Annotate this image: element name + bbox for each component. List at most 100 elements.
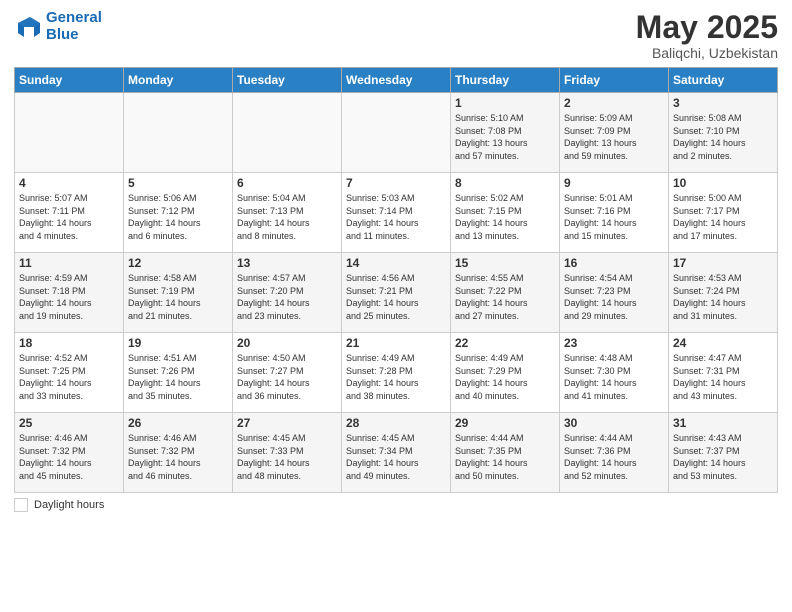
day-info: Sunrise: 4:45 AM Sunset: 7:34 PM Dayligh… (346, 432, 446, 482)
table-row: 30 Sunrise: 4:44 AM Sunset: 7:36 PM Dayli… (560, 413, 669, 493)
table-row: 9 Sunrise: 5:01 AM Sunset: 7:16 PM Daylig… (560, 173, 669, 253)
day-info: Sunrise: 4:49 AM Sunset: 7:28 PM Dayligh… (346, 352, 446, 402)
table-row (124, 93, 233, 173)
table-row: 1 Sunrise: 5:10 AM Sunset: 7:08 PM Daylig… (451, 93, 560, 173)
calendar-week-row: 4Sunrise: 5:07 AM Sunset: 7:11 PM Daylig… (15, 173, 778, 253)
day-info: Sunrise: 4:49 AM Sunset: 7:29 PM Dayligh… (455, 352, 555, 402)
col-tuesday: Tuesday (233, 68, 342, 93)
day-info: Sunrise: 4:46 AM Sunset: 7:32 PM Dayligh… (19, 432, 119, 482)
subtitle: Baliqchi, Uzbekistan (636, 45, 778, 61)
table-row: 13 Sunrise: 4:57 AM Sunset: 7:20 PM Dayli… (233, 253, 342, 333)
day-info: Sunrise: 4:58 AM Sunset: 7:19 PM Dayligh… (128, 272, 228, 322)
day-number: 19 (128, 336, 228, 350)
month-title: May 2025 (636, 10, 778, 45)
day-info: Sunrise: 4:56 AM Sunset: 7:21 PM Dayligh… (346, 272, 446, 322)
col-friday: Friday (560, 68, 669, 93)
day-info: Sunrise: 5:07 AM Sunset: 7:11 PM Dayligh… (19, 192, 119, 242)
calendar-week-row: 1 Sunrise: 5:10 AM Sunset: 7:08 PM Daylig… (15, 93, 778, 173)
table-row: 4Sunrise: 5:07 AM Sunset: 7:11 PM Daylig… (15, 173, 124, 253)
day-number: 30 (564, 416, 664, 430)
day-info: Sunrise: 4:44 AM Sunset: 7:35 PM Dayligh… (455, 432, 555, 482)
table-row: 15Sunrise: 4:55 AM Sunset: 7:22 PM Dayli… (451, 253, 560, 333)
day-number: 12 (128, 256, 228, 270)
table-row: 3 Sunrise: 5:08 AM Sunset: 7:10 PM Daylig… (669, 93, 778, 173)
day-number: 7 (346, 176, 446, 190)
logo-text: General Blue (46, 10, 102, 43)
day-number: 25 (19, 416, 119, 430)
day-info: Sunrise: 4:55 AM Sunset: 7:22 PM Dayligh… (455, 272, 555, 322)
day-info: Sunrise: 5:08 AM Sunset: 7:10 PM Dayligh… (673, 112, 773, 162)
day-number: 31 (673, 416, 773, 430)
table-row: 12 Sunrise: 4:58 AM Sunset: 7:19 PM Dayli… (124, 253, 233, 333)
table-row: 11Sunrise: 4:59 AM Sunset: 7:18 PM Dayli… (15, 253, 124, 333)
table-row: 7Sunrise: 5:03 AM Sunset: 7:14 PM Daylig… (342, 173, 451, 253)
day-info: Sunrise: 4:46 AM Sunset: 7:32 PM Dayligh… (128, 432, 228, 482)
day-number: 11 (19, 256, 119, 270)
day-number: 5 (128, 176, 228, 190)
table-row: 21 Sunrise: 4:49 AM Sunset: 7:28 PM Dayli… (342, 333, 451, 413)
calendar-table: Sunday Monday Tuesday Wednesday Thursday… (14, 67, 778, 493)
day-number: 10 (673, 176, 773, 190)
header: General Blue May 2025 Baliqchi, Uzbekist… (14, 10, 778, 61)
table-row: 10Sunrise: 5:00 AM Sunset: 7:17 PM Dayli… (669, 173, 778, 253)
day-info: Sunrise: 4:45 AM Sunset: 7:33 PM Dayligh… (237, 432, 337, 482)
table-row: 8Sunrise: 5:02 AM Sunset: 7:15 PM Daylig… (451, 173, 560, 253)
table-row: 18Sunrise: 4:52 AM Sunset: 7:25 PM Dayli… (15, 333, 124, 413)
footer-label: Daylight hours (34, 499, 104, 511)
calendar-week-row: 18Sunrise: 4:52 AM Sunset: 7:25 PM Dayli… (15, 333, 778, 413)
footer-box (14, 498, 28, 512)
table-row: 16Sunrise: 4:54 AM Sunset: 7:23 PM Dayli… (560, 253, 669, 333)
table-row: 28 Sunrise: 4:45 AM Sunset: 7:34 PM Dayli… (342, 413, 451, 493)
day-number: 22 (455, 336, 555, 350)
day-number: 20 (237, 336, 337, 350)
col-wednesday: Wednesday (342, 68, 451, 93)
calendar-week-row: 11Sunrise: 4:59 AM Sunset: 7:18 PM Dayli… (15, 253, 778, 333)
day-info: Sunrise: 4:53 AM Sunset: 7:24 PM Dayligh… (673, 272, 773, 322)
day-info: Sunrise: 5:04 AM Sunset: 7:13 PM Dayligh… (237, 192, 337, 242)
day-number: 24 (673, 336, 773, 350)
day-info: Sunrise: 5:06 AM Sunset: 7:12 PM Dayligh… (128, 192, 228, 242)
col-saturday: Saturday (669, 68, 778, 93)
day-info: Sunrise: 4:43 AM Sunset: 7:37 PM Dayligh… (673, 432, 773, 482)
day-number: 6 (237, 176, 337, 190)
table-row: 14 Sunrise: 4:56 AM Sunset: 7:21 PM Dayli… (342, 253, 451, 333)
table-row: 25 Sunrise: 4:46 AM Sunset: 7:32 PM Dayli… (15, 413, 124, 493)
day-number: 29 (455, 416, 555, 430)
calendar-week-row: 25 Sunrise: 4:46 AM Sunset: 7:32 PM Dayli… (15, 413, 778, 493)
day-number: 13 (237, 256, 337, 270)
day-info: Sunrise: 4:44 AM Sunset: 7:36 PM Dayligh… (564, 432, 664, 482)
logo-icon (14, 13, 42, 41)
day-number: 1 (455, 96, 555, 110)
table-row (342, 93, 451, 173)
table-row: 19 Sunrise: 4:51 AM Sunset: 7:26 PM Dayli… (124, 333, 233, 413)
day-info: Sunrise: 4:57 AM Sunset: 7:20 PM Dayligh… (237, 272, 337, 322)
day-number: 16 (564, 256, 664, 270)
day-number: 9 (564, 176, 664, 190)
day-number: 26 (128, 416, 228, 430)
day-number: 21 (346, 336, 446, 350)
day-info: Sunrise: 4:50 AM Sunset: 7:27 PM Dayligh… (237, 352, 337, 402)
table-row: 27 Sunrise: 4:45 AM Sunset: 7:33 PM Dayli… (233, 413, 342, 493)
table-row: 23 Sunrise: 4:48 AM Sunset: 7:30 PM Dayli… (560, 333, 669, 413)
day-number: 14 (346, 256, 446, 270)
table-row: 26 Sunrise: 4:46 AM Sunset: 7:32 PM Dayli… (124, 413, 233, 493)
day-number: 23 (564, 336, 664, 350)
day-info: Sunrise: 4:51 AM Sunset: 7:26 PM Dayligh… (128, 352, 228, 402)
day-info: Sunrise: 5:10 AM Sunset: 7:08 PM Dayligh… (455, 112, 555, 162)
table-row: 22 Sunrise: 4:49 AM Sunset: 7:29 PM Dayli… (451, 333, 560, 413)
page: General Blue May 2025 Baliqchi, Uzbekist… (0, 0, 792, 612)
table-row (233, 93, 342, 173)
day-info: Sunrise: 5:01 AM Sunset: 7:16 PM Dayligh… (564, 192, 664, 242)
table-row: 24Sunrise: 4:47 AM Sunset: 7:31 PM Dayli… (669, 333, 778, 413)
day-info: Sunrise: 4:52 AM Sunset: 7:25 PM Dayligh… (19, 352, 119, 402)
day-number: 28 (346, 416, 446, 430)
table-row: 17Sunrise: 4:53 AM Sunset: 7:24 PM Dayli… (669, 253, 778, 333)
table-row: 2Sunrise: 5:09 AM Sunset: 7:09 PM Daylig… (560, 93, 669, 173)
col-thursday: Thursday (451, 68, 560, 93)
day-info: Sunrise: 4:48 AM Sunset: 7:30 PM Dayligh… (564, 352, 664, 402)
table-row: 20 Sunrise: 4:50 AM Sunset: 7:27 PM Dayli… (233, 333, 342, 413)
col-monday: Monday (124, 68, 233, 93)
day-number: 3 (673, 96, 773, 110)
footer: Daylight hours (14, 498, 778, 512)
day-number: 27 (237, 416, 337, 430)
